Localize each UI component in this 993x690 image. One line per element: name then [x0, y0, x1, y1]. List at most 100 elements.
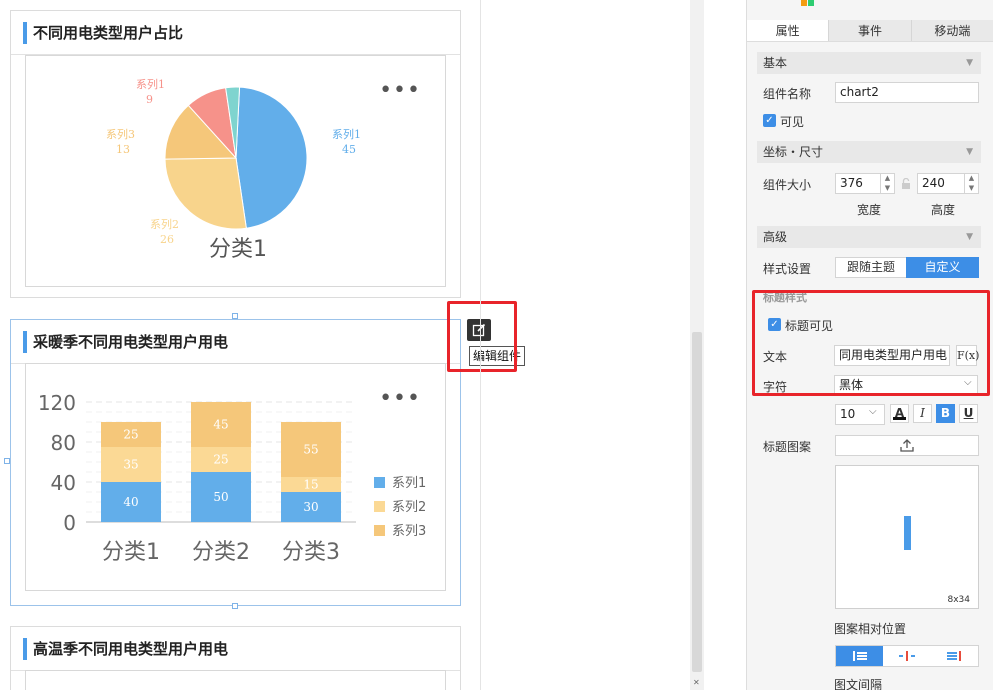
legend-swatch	[374, 477, 385, 488]
canvas-divider	[480, 0, 481, 690]
lock-icon[interactable]	[901, 178, 911, 190]
group-position-size[interactable]: 坐标・尺寸 ▼	[757, 141, 981, 163]
bar-value-label: 40	[123, 495, 138, 509]
widget-title-bar: 不同用电类型用户占比	[11, 11, 460, 55]
font-size-select[interactable]: 10	[835, 404, 885, 425]
pie-slice-value: 9	[146, 93, 153, 106]
component-name-input[interactable]: chart2	[835, 82, 979, 103]
style-setting-label: 样式设置	[763, 262, 812, 276]
group-position-label: 坐标・尺寸	[763, 145, 824, 159]
scroll-down-icon[interactable]: ✕	[693, 678, 700, 687]
chevron-down-icon: ⌵	[869, 406, 877, 417]
width-caption: 宽度	[857, 203, 882, 217]
bar-value-label: 15	[303, 478, 318, 492]
upload-icon	[900, 439, 914, 452]
pattern-position-selector	[835, 645, 979, 667]
title-accent-bar	[23, 331, 27, 353]
widget-title-bar: 高温季不同用电类型用户用电	[11, 627, 460, 671]
highlight-box-edit	[447, 301, 517, 372]
chevron-down-icon: ▼	[966, 58, 973, 68]
bar-value-label: 50	[213, 490, 228, 504]
tab-events[interactable]: 事件	[829, 20, 912, 41]
bar-value-label: 25	[123, 428, 138, 442]
tab-mobile[interactable]: 移动端	[911, 20, 993, 41]
resize-handle-top[interactable]	[232, 313, 238, 319]
component-name-label: 组件名称	[763, 87, 812, 101]
bar-chart-widget[interactable]: 采暖季不同用电类型用户用电 ••• 0 40 80 120 40 35 25 分类1 50 25 4…	[10, 319, 461, 606]
more-options-icon[interactable]: •••	[379, 78, 421, 103]
y-tick-label: 120	[38, 391, 76, 415]
align-right-icon[interactable]	[931, 646, 978, 666]
legend-label: 系列1	[392, 476, 426, 491]
height-stepper-icon[interactable]: ▲ ▼	[964, 173, 978, 194]
scroll-thumb[interactable]	[692, 332, 702, 672]
y-tick-label: 80	[51, 431, 76, 455]
visible-checkbox[interactable]: ✓	[763, 114, 776, 127]
legend-swatch	[374, 525, 385, 536]
widget-title: 采暖季不同用电类型用户用电	[33, 333, 229, 351]
pie-chart-widget[interactable]: 不同用电类型用户占比 ••• 系列1 45 系列2 26 系列3 13 系列1 9 分类1	[10, 10, 461, 298]
title-accent-bar	[23, 22, 27, 44]
widget-title-bar: 采暖季不同用电类型用户用电	[11, 320, 460, 364]
x-tick-label: 分类2	[192, 540, 250, 565]
pie-category-label: 分类1	[209, 237, 267, 262]
legend-label: 系列2	[392, 500, 426, 515]
visible-label: 可见	[780, 115, 805, 129]
pie-slice-name: 系列2	[150, 217, 179, 231]
group-advanced-label: 高级	[763, 230, 788, 244]
pattern-preview-bar	[904, 516, 911, 550]
pie-chart-area: ••• 系列1 45 系列2 26 系列3 13 系列1 9 分类1	[25, 55, 446, 287]
chart-area	[25, 670, 446, 690]
x-tick-label: 分类3	[282, 540, 340, 565]
chevron-down-icon: ▼	[966, 232, 973, 242]
bar-value-label: 55	[303, 443, 318, 457]
pattern-preview: 8x34	[835, 465, 979, 609]
title-pattern-label: 标题图案	[763, 440, 812, 454]
pie-slice-value: 26	[160, 233, 174, 246]
more-options-icon[interactable]: •••	[379, 386, 421, 411]
pie-slice-value: 45	[342, 143, 356, 156]
component-type-icon	[801, 0, 814, 6]
style-follow-theme-button[interactable]: 跟随主题	[835, 257, 907, 278]
bold-button[interactable]: B	[936, 404, 955, 423]
align-center-icon[interactable]	[883, 646, 930, 666]
group-basic-label: 基本	[763, 56, 788, 70]
legend-label: 系列3	[392, 524, 426, 539]
upload-pattern-button[interactable]	[835, 435, 979, 456]
properties-panel: 属性 事件 移动端 基本 ▼ 组件名称 chart2 ✓ 可见 坐标・尺寸 ▼ …	[746, 0, 993, 690]
design-canvas[interactable]: 不同用电类型用户占比 ••• 系列1 45 系列2 26 系列3 13 系列1 9 分类1 采暖…	[0, 0, 526, 690]
group-basic[interactable]: 基本 ▼	[757, 52, 981, 74]
pie-slice-value: 13	[116, 143, 130, 156]
x-tick-label: 分类1	[102, 540, 160, 565]
chevron-down-icon: ▼	[966, 147, 973, 157]
pie-slice-name: 系列1	[332, 127, 361, 141]
bar-value-label: 35	[123, 458, 138, 472]
highlight-box-title-style	[752, 290, 990, 396]
resize-handle-left[interactable]	[4, 458, 10, 464]
group-advanced[interactable]: 高级 ▼	[757, 226, 981, 248]
tab-attributes[interactable]: 属性	[747, 20, 830, 41]
style-custom-button[interactable]: 自定义	[906, 257, 979, 278]
canvas-scrollbar[interactable]: ✕	[690, 0, 746, 690]
underline-button[interactable]: U	[959, 404, 978, 423]
resize-handle-bottom[interactable]	[232, 603, 238, 609]
color-swatch	[893, 417, 906, 420]
legend-swatch	[374, 501, 385, 512]
width-stepper-icon[interactable]: ▲ ▼	[880, 173, 894, 194]
align-left-icon[interactable]	[836, 646, 884, 666]
widget-title: 不同用电类型用户占比	[33, 24, 184, 42]
italic-button[interactable]: I	[913, 404, 932, 423]
title-accent-bar	[23, 638, 27, 660]
bar-value-label: 30	[303, 500, 318, 514]
pattern-size-label: 8x34	[947, 595, 970, 605]
pie-slice-name: 系列3	[106, 127, 135, 141]
bar-chart-area: ••• 0 40 80 120 40 35 25 分类1 50 25 45 分类2 30 15 55 分类3 系…	[25, 363, 446, 591]
y-tick-label: 40	[51, 471, 76, 495]
bar-value-label: 45	[213, 418, 228, 432]
bar-value-label: 25	[213, 453, 228, 467]
pie-slice	[235, 86, 308, 229]
panel-tabs: 属性 事件 移动端	[747, 20, 993, 42]
bar-chart-widget-2[interactable]: 高温季不同用电类型用户用电	[10, 626, 461, 690]
pie-slice-name: 系列1	[136, 77, 165, 91]
font-color-button[interactable]: A	[890, 404, 909, 423]
